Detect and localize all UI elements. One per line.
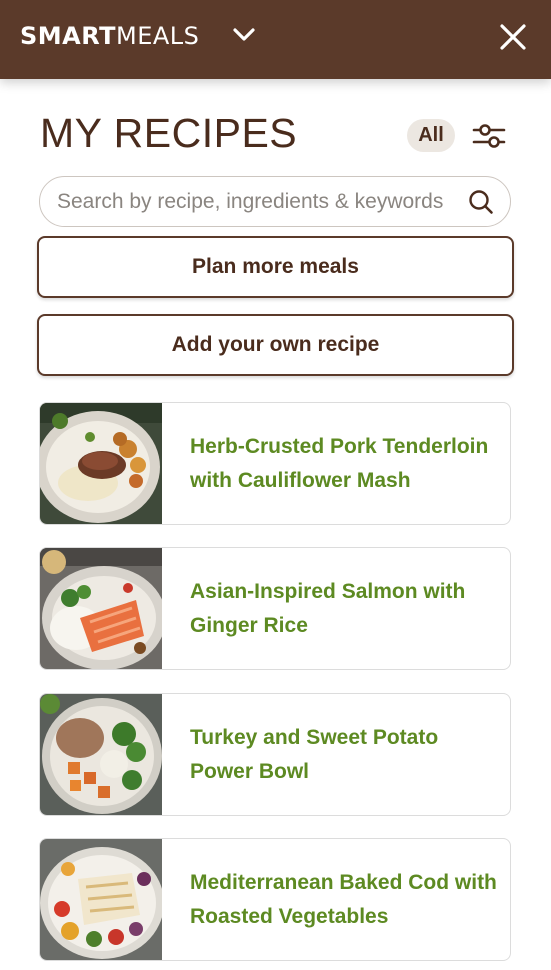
recipe-title[interactable]: Turkey and Sweet Potato Power Bowl	[190, 694, 498, 815]
recipe-title[interactable]: Asian-Inspired Salmon with Ginger Rice	[190, 548, 498, 669]
recipe-card[interactable]: Herb-Crusted Pork Tenderloin with Caulif…	[39, 402, 511, 525]
brand-strong-text: SMART	[20, 22, 117, 50]
recipe-title[interactable]: Mediterranean Baked Cod with Roasted Veg…	[190, 839, 498, 960]
page-title: MY RECIPES	[40, 110, 298, 156]
recipe-card[interactable]: Asian-Inspired Salmon with Ginger Rice	[39, 547, 511, 670]
search-icon[interactable]	[468, 189, 494, 215]
recipe-thumbnail	[40, 403, 162, 524]
filter-all-pill[interactable]: All	[407, 119, 455, 152]
chevron-down-icon[interactable]	[232, 26, 256, 44]
recipe-card[interactable]: Mediterranean Baked Cod with Roasted Veg…	[39, 838, 511, 961]
recipe-thumbnail	[40, 839, 162, 960]
top-app-bar: SMART MEALS	[0, 0, 551, 79]
search-box	[39, 176, 511, 227]
sliders-icon[interactable]	[472, 121, 506, 151]
search-input[interactable]	[57, 177, 469, 226]
add-own-recipe-button[interactable]: Add your own recipe	[37, 314, 514, 376]
plan-more-meals-button[interactable]: Plan more meals	[37, 236, 514, 298]
recipe-thumbnail	[40, 548, 162, 669]
brand-light-text: MEALS	[116, 22, 200, 50]
recipe-title[interactable]: Herb-Crusted Pork Tenderloin with Caulif…	[190, 403, 498, 524]
close-icon[interactable]	[498, 22, 528, 52]
recipe-thumbnail	[40, 694, 162, 815]
brand-logo[interactable]: SMART MEALS	[20, 22, 199, 50]
recipe-card[interactable]: Turkey and Sweet Potato Power Bowl	[39, 693, 511, 816]
